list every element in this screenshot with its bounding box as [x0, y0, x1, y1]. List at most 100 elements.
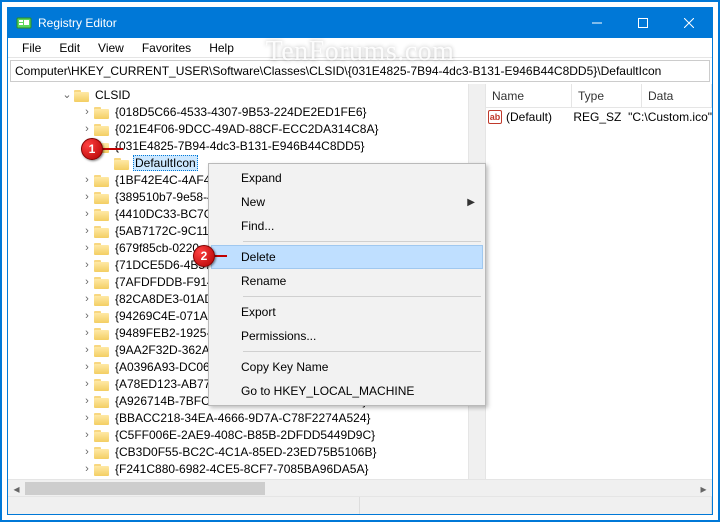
- scroll-right-icon[interactable]: ▸: [695, 480, 712, 497]
- scroll-thumb[interactable]: [25, 482, 265, 495]
- tree-label: {BBACC218-34EA-4666-9D7A-C78F2274A524}: [113, 411, 373, 425]
- expand-icon[interactable]: ›: [80, 208, 94, 220]
- tree-item-clsid[interactable]: ⌄ CLSID: [12, 86, 485, 103]
- ctx-rename[interactable]: Rename: [211, 269, 483, 293]
- expand-icon[interactable]: ›: [80, 191, 94, 203]
- registry-editor-window: Registry Editor File Edit View Favorites…: [7, 7, 713, 515]
- tree-label: {C5FF006E-2AE9-408C-B85B-2DFDD5449D9C}: [113, 428, 377, 442]
- expand-icon[interactable]: ›: [80, 463, 94, 475]
- expand-icon[interactable]: ›: [80, 276, 94, 288]
- ctx-separator: [243, 296, 481, 297]
- scroll-left-icon[interactable]: ◂: [8, 480, 25, 497]
- expand-icon[interactable]: ›: [80, 395, 94, 407]
- annotation-line-2: [215, 255, 227, 257]
- expand-icon[interactable]: ›: [80, 106, 94, 118]
- tree-label: {031E4825-7B94-4dc3-B131-E946B44C8DD5}: [113, 139, 367, 153]
- folder-icon: [74, 88, 90, 102]
- expand-icon[interactable]: ›: [80, 259, 94, 271]
- tree-label: {1BF42E4C-4AF4-4: [113, 173, 223, 187]
- tree-label: {94269C4E-071A-4: [113, 309, 220, 323]
- string-value-icon: ab: [488, 110, 502, 124]
- col-name[interactable]: Name: [486, 84, 572, 107]
- expand-icon[interactable]: ›: [80, 378, 94, 390]
- folder-icon: [94, 394, 110, 408]
- ctx-find[interactable]: Find...: [211, 214, 483, 238]
- expand-icon[interactable]: ›: [80, 174, 94, 186]
- tree-item[interactable]: › {BBACC218-34EA-4666-9D7A-C78F2274A524}: [12, 409, 485, 426]
- address-input[interactable]: [11, 64, 709, 78]
- expand-icon[interactable]: ›: [80, 412, 94, 424]
- expand-icon[interactable]: ›: [80, 429, 94, 441]
- annotation-line-1: [103, 148, 123, 150]
- titlebar: Registry Editor: [8, 8, 712, 38]
- expand-icon[interactable]: ›: [80, 446, 94, 458]
- list-pane[interactable]: Name Type Data ab (Default) REG_SZ "C:\C…: [486, 84, 712, 479]
- app-icon: [16, 15, 32, 31]
- folder-icon: [114, 156, 130, 170]
- folder-icon: [94, 377, 110, 391]
- maximize-button[interactable]: [620, 8, 666, 38]
- folder-icon: [94, 462, 110, 476]
- folder-icon: [94, 173, 110, 187]
- folder-icon: [94, 105, 110, 119]
- ctx-delete[interactable]: Delete: [211, 245, 483, 269]
- tree-item[interactable]: ›{018D5C66-4533-4307-9B53-224DE2ED1FE6}: [12, 103, 485, 120]
- ctx-new[interactable]: New▶: [211, 190, 483, 214]
- folder-icon: [94, 309, 110, 323]
- menubar: File Edit View Favorites Help: [8, 38, 712, 58]
- tree-label: {A0396A93-DC06-: [113, 360, 216, 374]
- folder-icon: [94, 326, 110, 340]
- ctx-copy-key-name[interactable]: Copy Key Name: [211, 355, 483, 379]
- tree-item[interactable]: ›{021E4F06-9DCC-49AD-88CF-ECC2DA314C8A}: [12, 120, 485, 137]
- tree-label-selected: DefaultIcon: [133, 155, 198, 171]
- statusbar: [8, 496, 712, 514]
- folder-icon: [94, 360, 110, 374]
- menu-view[interactable]: View: [90, 39, 132, 57]
- value-data: "C:\Custom.ico": [628, 110, 712, 124]
- folder-icon: [94, 428, 110, 442]
- expand-icon[interactable]: ›: [80, 327, 94, 339]
- folder-icon: [94, 122, 110, 136]
- folder-icon: [94, 258, 110, 272]
- expand-icon[interactable]: ›: [80, 225, 94, 237]
- col-type[interactable]: Type: [572, 84, 642, 107]
- tree-item[interactable]: ›{CB3D0F55-BC2C-4C1A-85ED-23ED75B5106B}: [12, 443, 485, 460]
- ctx-go-to-hkey-local-machine[interactable]: Go to HKEY_LOCAL_MACHINE: [211, 379, 483, 403]
- expand-icon[interactable]: ›: [80, 310, 94, 322]
- expand-icon[interactable]: ›: [80, 293, 94, 305]
- ctx-expand[interactable]: Expand: [211, 166, 483, 190]
- expand-icon[interactable]: ›: [80, 344, 94, 356]
- screenshot-frame: Registry Editor File Edit View Favorites…: [0, 0, 720, 522]
- tree-label: {679f85cb-0220: [113, 241, 201, 255]
- tree-label: {7AFDFDDB-F914-: [113, 275, 220, 289]
- menu-file[interactable]: File: [14, 39, 49, 57]
- tree-item[interactable]: › {C5FF006E-2AE9-408C-B85B-2DFDD5449D9C}: [12, 426, 485, 443]
- tree-item[interactable]: › {F241C880-6982-4CE5-8CF7-7085BA96DA5A}: [12, 460, 485, 477]
- ctx-permissions[interactable]: Permissions...: [211, 324, 483, 348]
- ctx-export[interactable]: Export: [211, 300, 483, 324]
- list-row[interactable]: ab (Default) REG_SZ "C:\Custom.ico": [486, 108, 712, 126]
- folder-icon: [94, 445, 110, 459]
- expand-icon[interactable]: ›: [80, 361, 94, 373]
- folder-icon: [94, 275, 110, 289]
- menu-favorites[interactable]: Favorites: [134, 39, 199, 57]
- annotation-dot-1: 1: [81, 138, 103, 160]
- value-name: (Default): [506, 110, 573, 124]
- folder-icon: [94, 207, 110, 221]
- minimize-button[interactable]: [574, 8, 620, 38]
- tree-label: {F241C880-6982-4CE5-8CF7-7085BA96DA5A}: [113, 462, 371, 476]
- expand-icon[interactable]: ›: [80, 123, 94, 135]
- tree-label: {5AB7172C-9C11-: [113, 224, 215, 238]
- tree-label: CLSID: [93, 88, 132, 102]
- tree-label: {82CA8DE3-01AD: [113, 292, 215, 306]
- scrollbar-h[interactable]: ◂ ▸: [8, 479, 712, 496]
- col-data[interactable]: Data: [642, 84, 712, 107]
- collapse-icon[interactable]: ⌄: [60, 88, 74, 101]
- close-button[interactable]: [666, 8, 712, 38]
- menu-edit[interactable]: Edit: [51, 39, 88, 57]
- tree-label: {9AA2F32D-362A-: [113, 343, 216, 357]
- tree-label: {9489FEB2-1925-4: [113, 326, 219, 340]
- menu-help[interactable]: Help: [201, 39, 242, 57]
- expand-icon[interactable]: ›: [80, 242, 94, 254]
- tree-label: {389510b7-9e58-4: [113, 190, 216, 204]
